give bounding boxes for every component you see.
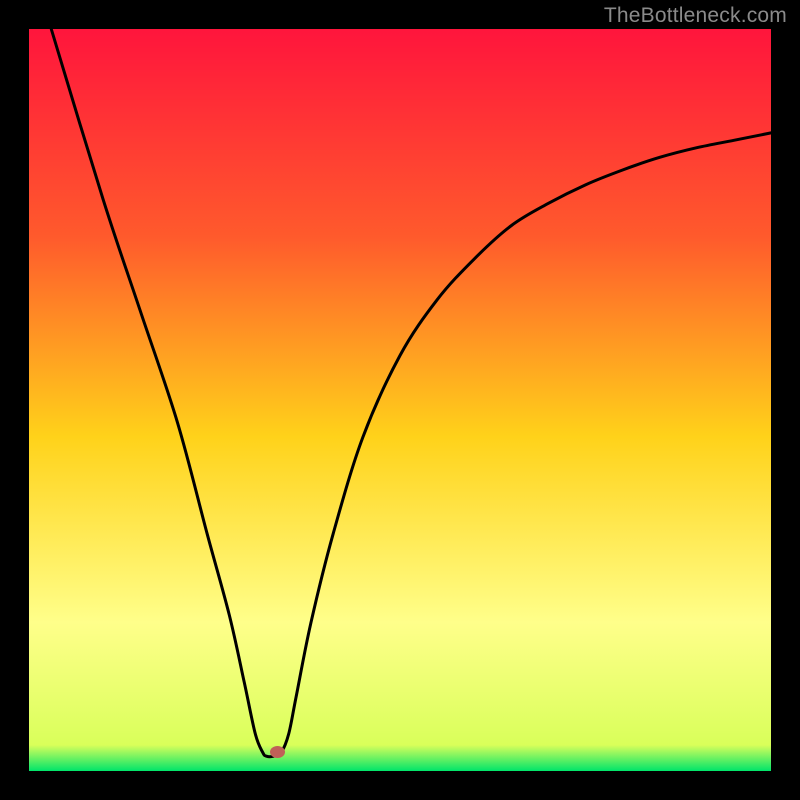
- watermark-text: TheBottleneck.com: [604, 4, 787, 28]
- plot-area: [29, 29, 771, 771]
- chart-frame: TheBottleneck.com: [0, 0, 800, 800]
- bottleneck-curve: [29, 29, 771, 771]
